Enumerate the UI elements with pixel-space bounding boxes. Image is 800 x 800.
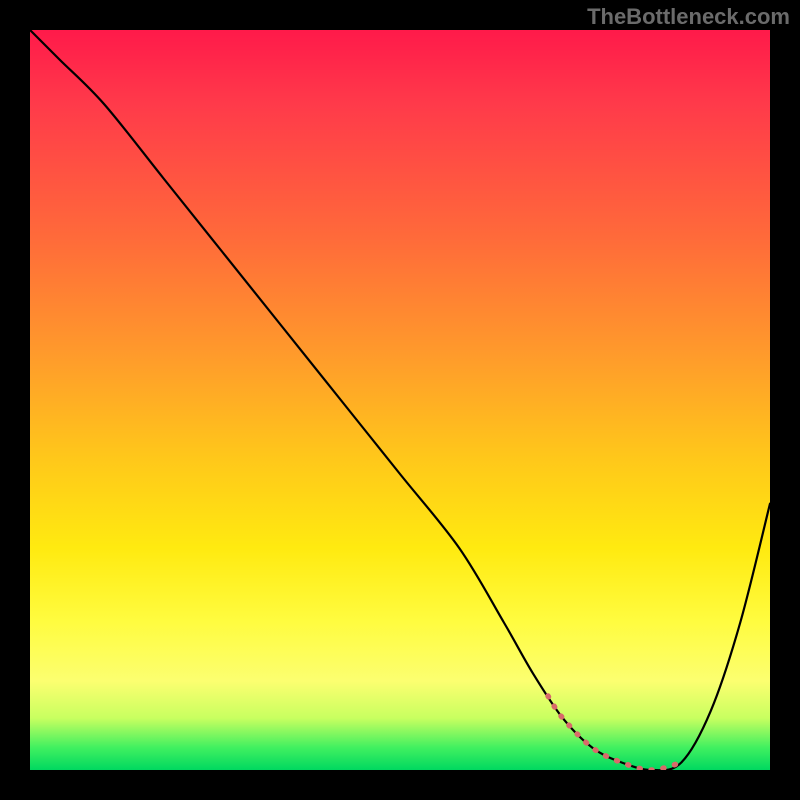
bottleneck-curve	[30, 30, 770, 770]
curve-svg	[30, 30, 770, 770]
plot-area	[30, 30, 770, 770]
watermark-text: TheBottleneck.com	[587, 4, 790, 30]
optimal-range-dots	[548, 696, 683, 770]
chart-container: TheBottleneck.com	[0, 0, 800, 800]
